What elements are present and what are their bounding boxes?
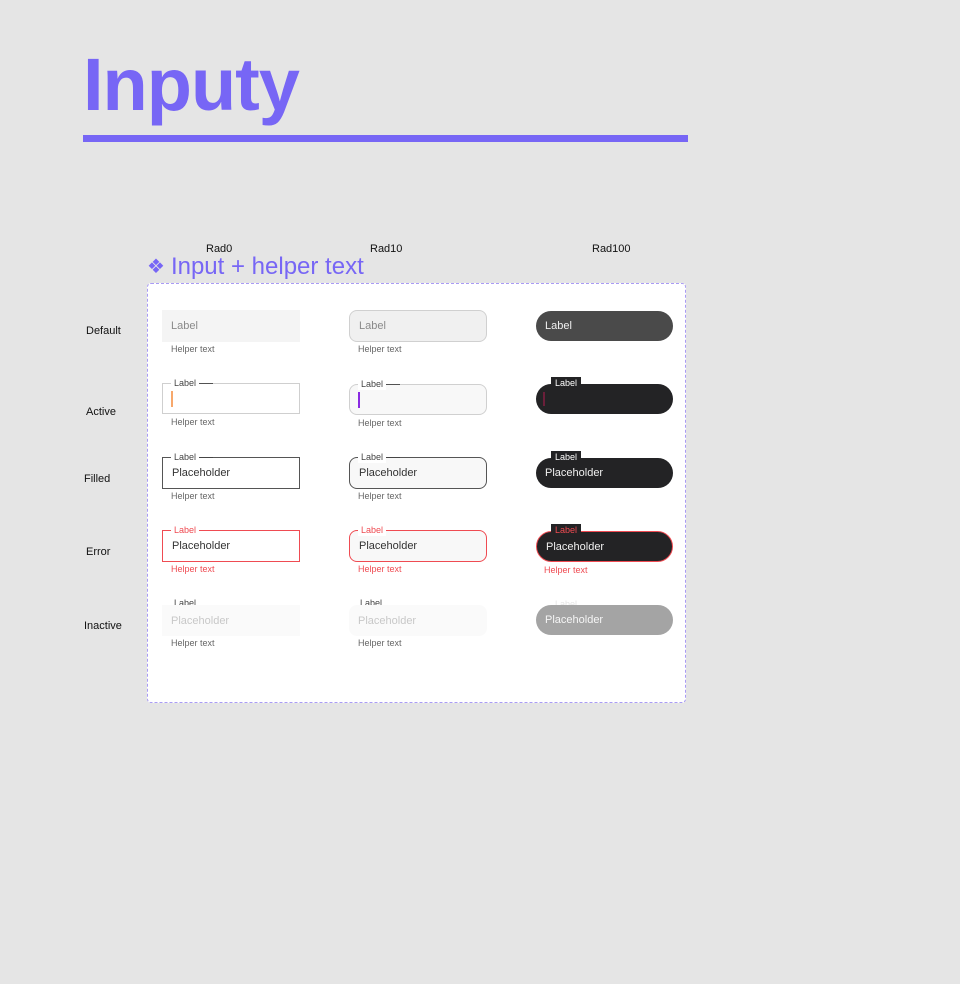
page-title: Inputy: [83, 43, 300, 126]
rad0-filled-helper: Helper text: [171, 491, 215, 501]
input-value: Placeholder: [171, 614, 230, 627]
input-value: Placeholder: [172, 467, 231, 479]
row-heading-active: Active: [86, 406, 116, 418]
text-caret: [171, 390, 173, 407]
input-label: Label: [358, 451, 401, 463]
input-value: Placeholder: [545, 614, 604, 626]
input-label: Label: [358, 378, 401, 390]
input-value: Placeholder: [546, 540, 605, 553]
rad0-active-helper: Helper text: [171, 417, 215, 427]
rad0-default-input[interactable]: Label: [162, 310, 300, 342]
rad100-filled-label: Label: [551, 451, 582, 463]
rad100-inactive-input: Placeholder: [536, 605, 673, 635]
rad10-inactive-helper: Helper text: [358, 638, 402, 648]
input-label: Label: [358, 524, 401, 536]
input-label: Label: [171, 377, 214, 389]
rad10-active-input[interactable]: Label: [349, 378, 487, 415]
rad100-error-helper: Helper text: [544, 565, 588, 575]
row-heading-default: Default: [86, 325, 121, 337]
row-heading-inactive: Inactive: [84, 620, 122, 632]
rad10-inactive-input: Placeholder: [349, 605, 487, 636]
rad10-filled-input[interactable]: Label Placeholder: [349, 451, 487, 489]
column-heading-rad10: Rad10: [370, 243, 403, 255]
rad100-error-label: Label: [551, 524, 582, 536]
rad10-default-input[interactable]: Label: [349, 310, 487, 342]
rad0-inactive-input: Placeholder: [162, 605, 300, 636]
column-heading-rad100: Rad100: [592, 243, 631, 255]
input-value: Placeholder: [359, 540, 418, 552]
rad100-inactive-label: Label: [555, 599, 578, 605]
component-title-text: Input + helper text: [170, 253, 364, 280]
rad0-filled-input[interactable]: Label Placeholder: [162, 451, 300, 489]
rad0-inactive-helper: Helper text: [171, 638, 215, 648]
input-value: Placeholder: [359, 467, 418, 479]
input-value: Placeholder: [545, 467, 604, 479]
component-diamond-icon: ❖: [147, 256, 165, 278]
rad10-active-helper: Helper text: [358, 418, 402, 428]
input-value: Placeholder: [358, 614, 417, 627]
input-label: Label: [171, 451, 214, 463]
row-heading-filled: Filled: [84, 473, 111, 485]
rad10-error-helper: Helper text: [358, 564, 402, 574]
text-caret: [358, 391, 360, 408]
text-caret: [543, 392, 545, 406]
row-heading-error: Error: [86, 546, 111, 558]
input-label: Label: [171, 320, 198, 332]
input-label: Label: [545, 320, 572, 332]
rad100-default-input[interactable]: Label: [536, 311, 673, 341]
rad0-error-input[interactable]: Label Placeholder: [162, 524, 300, 562]
rad10-default-helper: Helper text: [358, 344, 402, 354]
rad0-active-input[interactable]: Label: [162, 377, 300, 414]
rad10-filled-helper: Helper text: [358, 491, 402, 501]
component-title: ❖ Input + helper text: [147, 252, 364, 282]
rad0-error-helper: Helper text: [171, 564, 215, 574]
rad10-error-input[interactable]: Label Placeholder: [349, 524, 487, 562]
input-value: Placeholder: [172, 540, 231, 552]
input-label: Label: [171, 524, 214, 536]
rad0-default-helper: Helper text: [171, 344, 215, 354]
title-underline: [83, 135, 688, 142]
input-label: Label: [359, 320, 386, 332]
rad100-active-label: Label: [551, 377, 582, 389]
component-frame: [147, 283, 686, 703]
